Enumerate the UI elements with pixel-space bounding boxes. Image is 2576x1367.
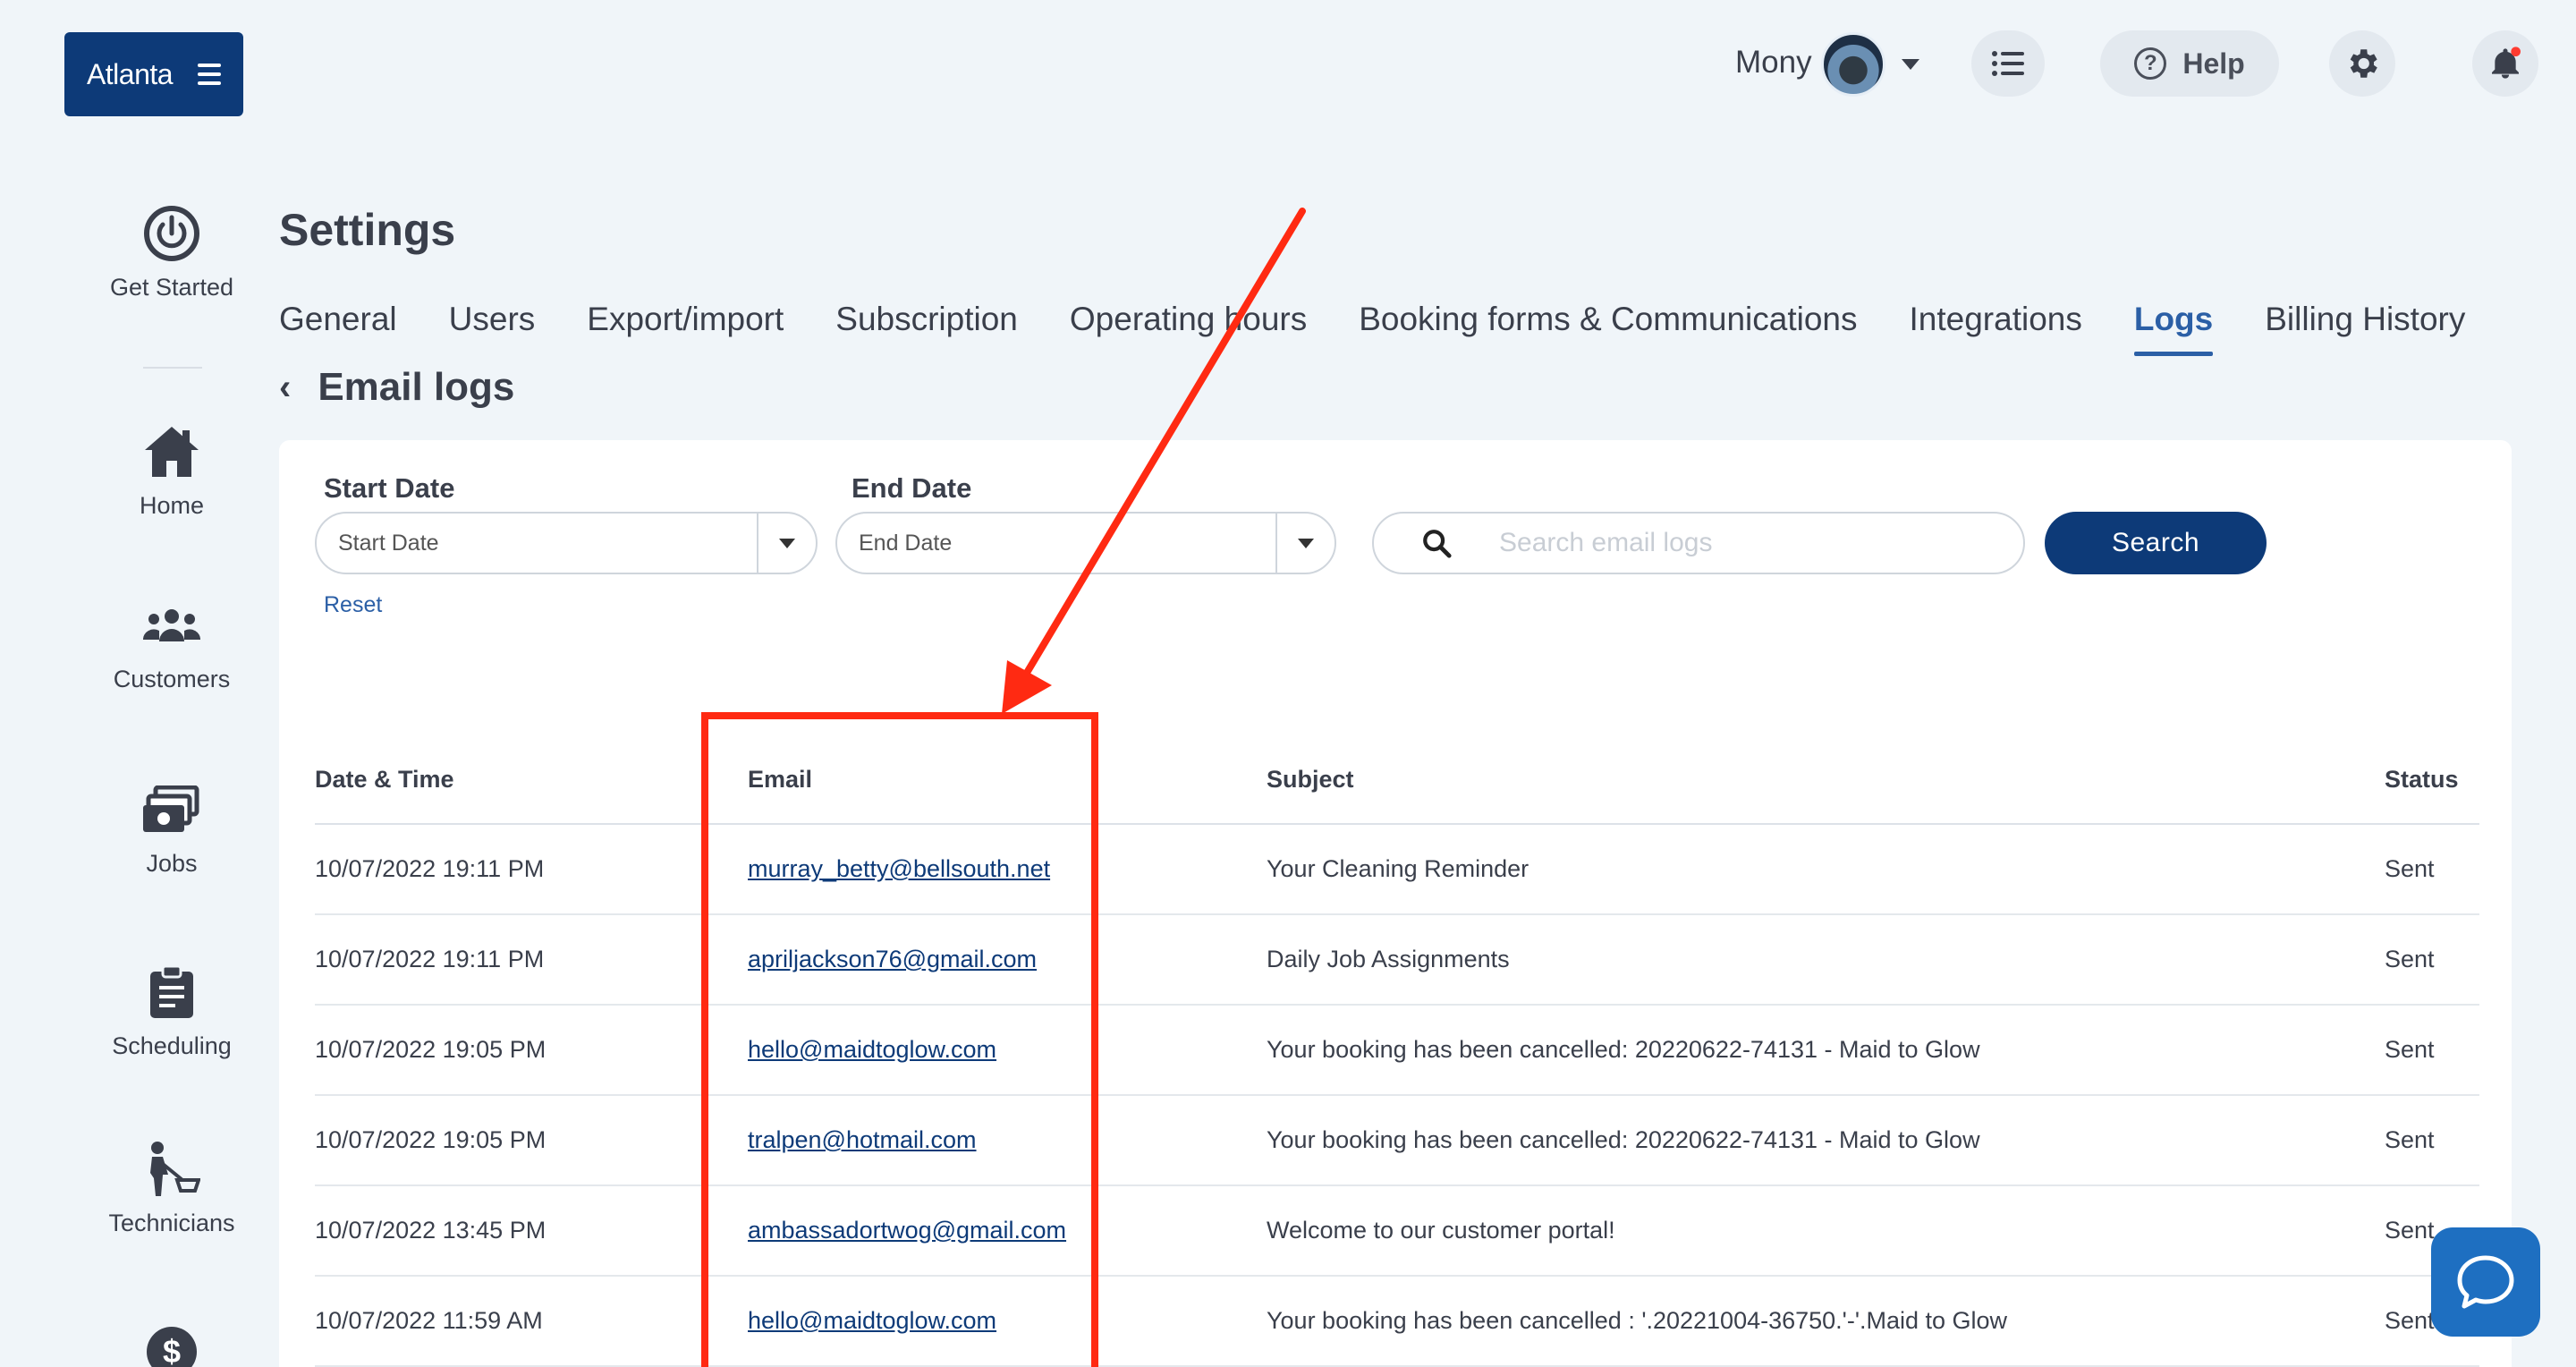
chat-icon xyxy=(2457,1255,2514,1309)
chat-button[interactable] xyxy=(2431,1227,2540,1337)
annotation-arrow xyxy=(1002,208,1306,714)
